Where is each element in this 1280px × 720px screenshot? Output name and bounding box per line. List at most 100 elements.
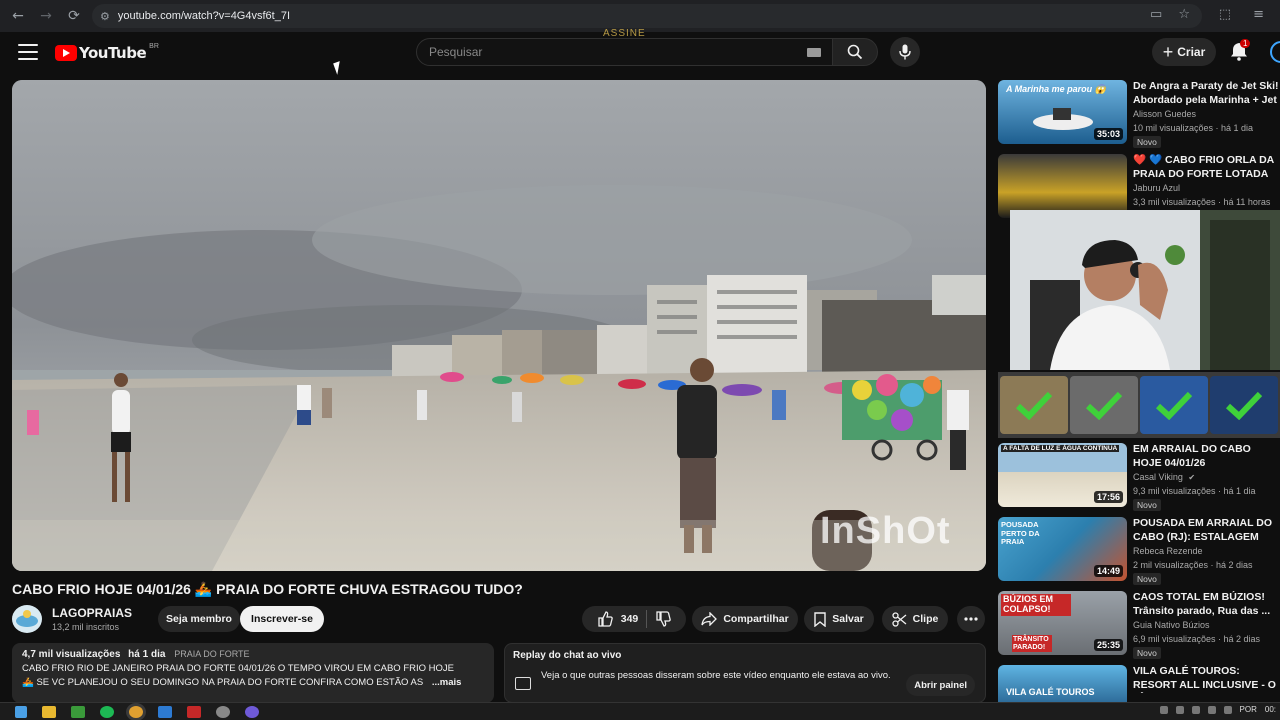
clock[interactable]: 00: [1265, 705, 1276, 714]
chat-icon [515, 677, 531, 690]
share-button[interactable]: Compartilhar [692, 606, 798, 632]
reload-icon[interactable]: ⟳ [60, 2, 88, 30]
subscribe-label: Inscrever-se [251, 613, 313, 625]
recommendation-item[interactable]: POUSADA PERTO DA PRAIA 14:49 POUSADA EM … [998, 517, 1280, 585]
join-button[interactable]: Seja membro [158, 606, 240, 632]
start-icon[interactable] [15, 705, 27, 718]
star-icon[interactable]: ☆ [1178, 7, 1190, 22]
thumbnail[interactable]: A Marinha me parou 😱 35:03 [998, 80, 1127, 144]
tray-icon[interactable] [1207, 705, 1216, 714]
save-button[interactable]: Salvar [804, 606, 874, 632]
search-input[interactable] [429, 45, 789, 59]
address-bar[interactable]: ⚙ youtube.com/watch?v=4G4vsf6t_7I ▭ ☆ [92, 4, 1202, 28]
recommendation-item[interactable]: BÚZIOS EM COLAPSO! TRÂNSITO PARADO! 25:3… [998, 591, 1280, 659]
check-icon [1225, 391, 1263, 420]
thumbnail-text: BÚZIOS EM COLAPSO! [1001, 594, 1071, 616]
voice-search-button[interactable] [890, 37, 920, 67]
new-badge: Novo [1133, 136, 1161, 148]
channel-avatar[interactable] [12, 605, 42, 633]
thumbnail[interactable]: POUSADA PERTO DA PRAIA 14:49 [998, 517, 1127, 581]
app-icon[interactable] [158, 705, 172, 718]
search-button[interactable] [832, 38, 878, 66]
menu-icon[interactable]: ≡ [1253, 7, 1264, 22]
media-icon[interactable] [187, 705, 201, 718]
thumbnail[interactable]: A FALTA DE LUZ E ÁGUA CONTINUA 17:56 [998, 443, 1127, 507]
upload-age: há 1 dia [128, 649, 166, 660]
tray-icon[interactable] [1223, 705, 1232, 714]
more-actions-button[interactable] [957, 606, 985, 632]
join-label: Seja membro [166, 613, 232, 625]
view-stats: 6,9 mil visualizações · há 2 dias [1133, 634, 1261, 644]
recommendation-item[interactable]: VILA GALÉ TOUROS VILA GALÉ TOUROS: RESOR… [998, 665, 1280, 702]
thumbnail[interactable]: VILA GALÉ TOUROS [998, 665, 1127, 702]
video-title[interactable]: CAOS TOTAL EM BÚZIOS! Trânsito parado, R… [1133, 591, 1280, 619]
channel-name[interactable]: Rebeca Rezende [1133, 546, 1203, 556]
channel-name[interactable]: LAGOPRAIAS [52, 606, 132, 620]
channel-row: LAGOPRAIAS 13,2 mil inscritos Seja membr… [12, 605, 986, 633]
thumbnail[interactable] [998, 154, 1127, 218]
spotify-icon[interactable] [100, 705, 114, 718]
duration-badge: 17:56 [1093, 491, 1123, 503]
recommendation-item[interactable]: A Marinha me parou 😱 35:03 De Angra a Pa… [998, 80, 1280, 148]
like-dislike-group: 349 [582, 606, 686, 632]
tray-icon[interactable] [1191, 705, 1200, 714]
description-tag[interactable]: PRAIA DO FORTE [174, 649, 249, 659]
video-player[interactable]: InShOt [12, 80, 986, 571]
create-button[interactable]: + Criar [1152, 38, 1216, 66]
notifications-button[interactable]: 1 [1230, 39, 1251, 63]
site-info-icon[interactable]: ⚙ [100, 10, 110, 23]
channel-name[interactable]: Casal Viking ✔ [1133, 472, 1195, 482]
hamburger-menu-icon[interactable] [18, 44, 38, 60]
xbox-icon[interactable] [71, 705, 85, 718]
share-label: Compartilhar [723, 613, 789, 625]
clip-button[interactable]: Clipe [882, 606, 948, 632]
tray-icon[interactable] [1175, 705, 1184, 714]
bookmark-icon [814, 611, 826, 627]
recommendation-item[interactable]: A FALTA DE LUZ E ÁGUA CONTINUA 17:56 EM … [998, 443, 1280, 511]
cast-icon[interactable]: ▭ [1150, 7, 1162, 22]
channel-name[interactable]: Guia Nativo Búzios [1133, 620, 1210, 630]
account-avatar[interactable] [1270, 41, 1280, 63]
system-tray: POR 00: [1159, 705, 1280, 714]
description-line-1: CABO FRIO RIO DE JANEIRO PRAIA DO FORTE … [22, 663, 454, 674]
back-icon[interactable]: ← [4, 2, 32, 30]
tray-icon[interactable] [1159, 705, 1168, 714]
forward-icon[interactable]: → [32, 2, 60, 30]
check-tile [1000, 376, 1068, 434]
open-panel-button[interactable]: Abrir painel [906, 674, 975, 696]
language-indicator[interactable]: POR [1240, 705, 1257, 714]
verified-icon: ✔ [1188, 473, 1196, 482]
channel-name[interactable]: Jaburu Azul [1133, 183, 1180, 193]
description-line-2: 🚣 SE VC PLANEJOU O SEU DOMINGO NA PRAIA … [22, 677, 484, 688]
video-title[interactable]: De Angra a Paraty de Jet Ski! Abordado p… [1133, 80, 1280, 108]
thumbnail-text: A FALTA DE LUZ E ÁGUA CONTINUA [1001, 445, 1120, 452]
extensions-icon[interactable]: ⬚ [1219, 7, 1231, 22]
video-title[interactable]: ❤️ 💙 CABO FRIO ORLA DA PRAIA DO FORTE LO… [1133, 154, 1280, 182]
like-icon[interactable] [597, 611, 613, 627]
video-title[interactable]: POUSADA EM ARRAIAL DO CABO (RJ): ESTALAG… [1133, 517, 1280, 545]
microphone-icon [899, 44, 911, 60]
thumbnail-text: POUSADA PERTO DA PRAIA [1001, 520, 1040, 547]
new-badge: Novo [1133, 647, 1161, 659]
show-more-link[interactable]: ...mais [432, 677, 462, 688]
youtube-logo[interactable]: YouTube BR [55, 43, 159, 62]
check-tile [1070, 376, 1138, 434]
windows-taskbar: POR 00: [0, 702, 1280, 720]
new-badge: Novo [1133, 499, 1161, 511]
description-box[interactable]: 4,7 mil visualizações há 1 dia PRAIA DO … [12, 643, 494, 703]
folder-icon[interactable] [42, 705, 56, 718]
channel-name[interactable]: Alisson Guedes [1133, 109, 1196, 119]
settings-icon[interactable] [216, 705, 230, 718]
video-title[interactable]: VILA GALÉ TOUROS: RESORT ALL INCLUSIVE -… [1133, 665, 1280, 693]
subscribe-button[interactable]: Inscrever-se [240, 606, 324, 632]
channel-name-text: Casal Viking [1133, 472, 1183, 482]
chrome-icon[interactable] [129, 705, 143, 718]
keyboard-icon[interactable] [807, 48, 821, 57]
chat-replay-box: Replay do chat ao vivo Veja o que outras… [504, 643, 986, 703]
dislike-icon[interactable] [655, 611, 672, 627]
discord-icon[interactable] [245, 705, 259, 718]
video-title: CABO FRIO HOJE 04/01/26 🚣 PRAIA DO FORTE… [12, 581, 523, 597]
video-watermark: InShOt [820, 510, 951, 552]
video-title[interactable]: EM ARRAIAL DO CABO HOJE 04/01/26 [1133, 443, 1280, 471]
thumbnail[interactable]: BÚZIOS EM COLAPSO! TRÂNSITO PARADO! 25:3… [998, 591, 1127, 655]
